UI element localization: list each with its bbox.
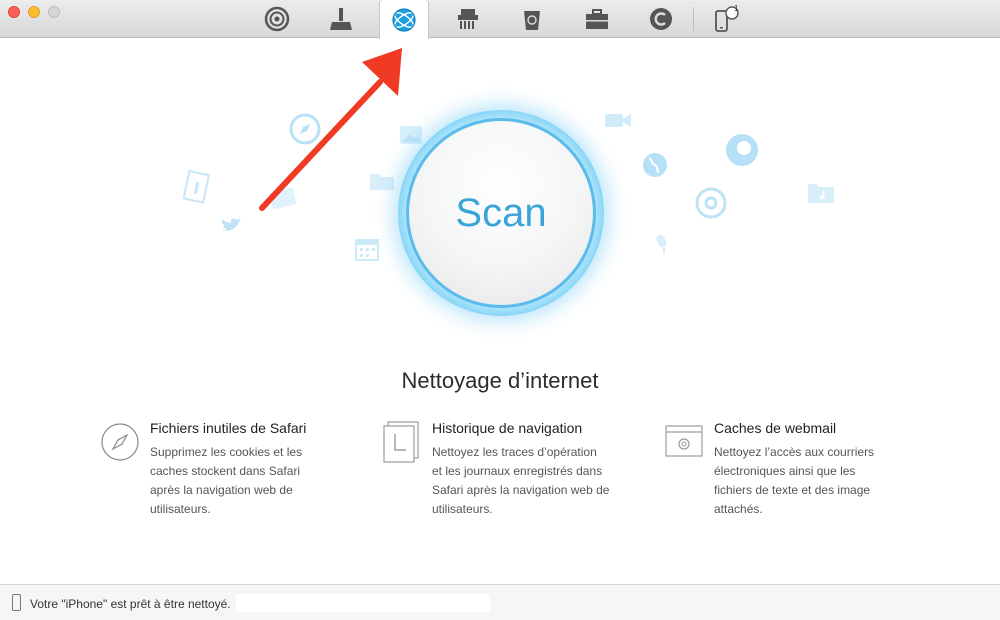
feature-desc-line: Safari après la navigation web de [432,483,610,497]
close-window-button[interactable] [8,6,20,18]
feature-desc-line: électroniques ainsi que les [714,464,856,478]
feature-description: Nettoyez l’accès aux courriers électroni… [714,443,954,519]
toolbox-icon [586,9,608,29]
music-folder-icon [808,184,834,203]
broom-icon [330,8,352,30]
feature-browsing-history: Historique de navigation Nettoyez les tr… [432,420,672,519]
podcast-icon [264,6,290,32]
trash-icon [524,11,540,30]
video-icon [605,114,631,127]
feature-description: Nettoyez les traces d’opération et les j… [432,443,672,519]
history-icon [383,421,419,463]
tab-shredder[interactable] [443,0,493,38]
feature-title: Caches de webmail [714,420,837,436]
tab-internet[interactable] [379,0,429,39]
shredder-icon [458,9,478,29]
feature-desc-line: et les journaux enregistrés dans [432,464,603,478]
annotation-arrow [259,48,402,211]
compass-icon [101,423,139,461]
feature-desc-line: Nettoyez les traces d’opération [432,445,597,459]
info-icon [183,170,211,204]
tab-device[interactable]: 1 [700,0,750,38]
phone-icon [12,594,21,611]
scan-button[interactable]: Scan [406,118,596,308]
webmail-icon [665,425,703,457]
tab-clean[interactable] [316,0,366,38]
minimize-window-button[interactable] [28,6,40,18]
restore-icon [650,8,672,30]
status-text: Votre "iPhone" est prêt à être nettoyé. [30,597,231,611]
feature-title: Fichiers inutiles de Safari [150,420,307,436]
feature-title: Historique de navigation [432,420,583,436]
feature-webmail-caches: Caches de webmail Nettoyez l’accès aux c… [714,420,954,519]
tab-restore[interactable] [636,0,686,38]
globe-icon [392,7,416,32]
toolbar-separator [693,7,694,31]
feature-desc-line: Nettoyez l’accès aux courriers [714,445,875,459]
microphone-icon [656,234,667,254]
world-icon [643,153,667,177]
tab-trash[interactable] [507,0,557,38]
calendar-icon [355,239,379,261]
feature-desc-line: attachés. [714,502,763,516]
tab-toolbox[interactable] [572,0,622,38]
scan-label: Scan [455,190,547,235]
section-heading: Nettoyage d’internet [401,368,599,393]
zoom-window-button[interactable] [48,6,60,18]
firefox-icon [726,134,758,166]
twitter-icon [221,218,242,231]
tab-podcast[interactable] [252,0,302,38]
feature-desc-line: utilisateurs. [150,502,211,516]
device-badge: 1 [734,4,739,13]
chrome-icon [695,187,727,219]
feature-safari-junk: Fichiers inutiles de Safari Supprimez le… [150,420,390,519]
feature-desc-line: fichiers de texte et des image [714,483,871,497]
status-progress-area [236,594,490,612]
feature-description: Supprimez les cookies et les caches stoc… [150,443,390,519]
feature-desc-line: utilisateurs. [432,502,493,516]
title-bar: 1 [0,0,1000,39]
feature-desc-line: caches stockent dans Safari [150,464,301,478]
feature-desc-line: après la navigation web de [150,483,293,497]
feature-desc-line: Supprimez les cookies et les [150,445,303,459]
status-bar: Votre "iPhone" est prêt à être nettoyé. [0,584,1000,620]
